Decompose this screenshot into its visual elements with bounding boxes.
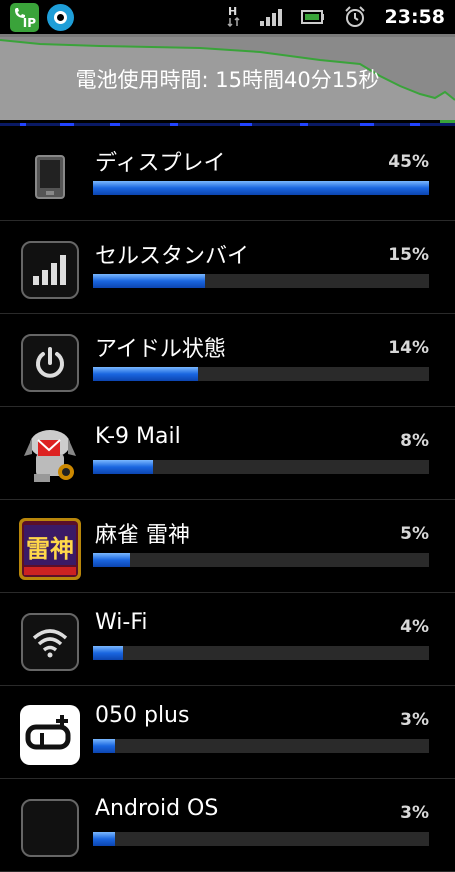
item-name: セルスタンバイ bbox=[95, 244, 250, 269]
usage-bar bbox=[93, 181, 429, 195]
item-percent: 45% bbox=[388, 152, 429, 172]
usage-bar-fill bbox=[93, 460, 153, 474]
usage-bar bbox=[93, 832, 429, 846]
k9-mail-icon bbox=[18, 424, 82, 488]
battery-history-graph[interactable]: 電池使用時間: 15時間40分15秒 bbox=[0, 34, 455, 120]
item-name: アイドル状態 bbox=[95, 337, 226, 362]
power-icon bbox=[18, 331, 82, 395]
list-item-display[interactable]: ディスプレイ 45% bbox=[0, 128, 455, 221]
data-arrows-icon: H bbox=[226, 5, 240, 28]
usage-bar-fill bbox=[93, 181, 429, 195]
charging-indicator-strip bbox=[0, 120, 455, 128]
usage-bar-fill bbox=[93, 832, 116, 846]
item-percent: 14% bbox=[388, 338, 429, 358]
item-name: 麻雀 雷神 bbox=[95, 523, 190, 548]
target-app-icon bbox=[47, 3, 74, 31]
usage-bar-fill bbox=[93, 553, 131, 567]
item-name: 050 plus bbox=[95, 703, 190, 728]
status-bar: IP H 23:58 bbox=[0, 0, 455, 34]
mahjong-raijin-icon: 雷神 bbox=[18, 517, 82, 581]
item-percent: 5% bbox=[400, 524, 429, 544]
signal-icon bbox=[259, 9, 282, 26]
network-type-label: H bbox=[228, 5, 237, 18]
ip-phone-app-icon: IP bbox=[10, 2, 39, 32]
usage-bar bbox=[93, 553, 429, 567]
battery-usage-list: ディスプレイ 45% セルスタンバイ 15% アイドル状態 14% K-9 Ma… bbox=[0, 128, 455, 872]
list-item-android-os[interactable]: Android OS 3% bbox=[0, 779, 455, 872]
list-item-mahjong-raijin[interactable]: 雷神 麻雀 雷神 5% bbox=[0, 500, 455, 593]
usage-bar bbox=[93, 739, 429, 753]
usage-bar bbox=[93, 274, 429, 288]
battery-usage-time-label: 電池使用時間: 15時間40分15秒 bbox=[75, 68, 380, 92]
item-name: Android OS bbox=[95, 796, 219, 821]
item-name: ディスプレイ bbox=[95, 151, 226, 176]
battery-icon bbox=[300, 10, 324, 24]
item-percent: 3% bbox=[400, 803, 429, 823]
alarm-icon bbox=[344, 6, 365, 27]
usage-bar-fill bbox=[93, 739, 116, 753]
svg-text:雷神: 雷神 bbox=[26, 534, 74, 563]
list-item-050-plus[interactable]: 050 plus 3% bbox=[0, 686, 455, 779]
item-percent: 15% bbox=[388, 245, 429, 265]
wifi-icon bbox=[18, 610, 82, 674]
usage-bar bbox=[93, 460, 429, 474]
item-percent: 3% bbox=[400, 710, 429, 730]
list-item-k9-mail[interactable]: K-9 Mail 8% bbox=[0, 407, 455, 500]
list-item-wifi[interactable]: Wi-Fi 4% bbox=[0, 593, 455, 686]
display-icon bbox=[18, 145, 82, 209]
list-item-cell-standby[interactable]: セルスタンバイ 15% bbox=[0, 221, 455, 314]
item-percent: 8% bbox=[400, 431, 429, 451]
usage-bar-fill bbox=[93, 274, 205, 288]
item-name: K-9 Mail bbox=[95, 424, 181, 449]
usage-bar-fill bbox=[93, 367, 198, 381]
item-name: Wi-Fi bbox=[95, 610, 148, 635]
usage-bar-fill bbox=[93, 646, 123, 660]
clock: 23:58 bbox=[384, 6, 445, 28]
item-percent: 4% bbox=[400, 617, 429, 637]
usage-bar bbox=[93, 646, 429, 660]
android-os-icon bbox=[18, 796, 82, 860]
list-item-idle[interactable]: アイドル状態 14% bbox=[0, 314, 455, 407]
signal-bars-icon bbox=[18, 238, 82, 302]
usage-bar bbox=[93, 367, 429, 381]
050plus-icon bbox=[18, 703, 82, 767]
